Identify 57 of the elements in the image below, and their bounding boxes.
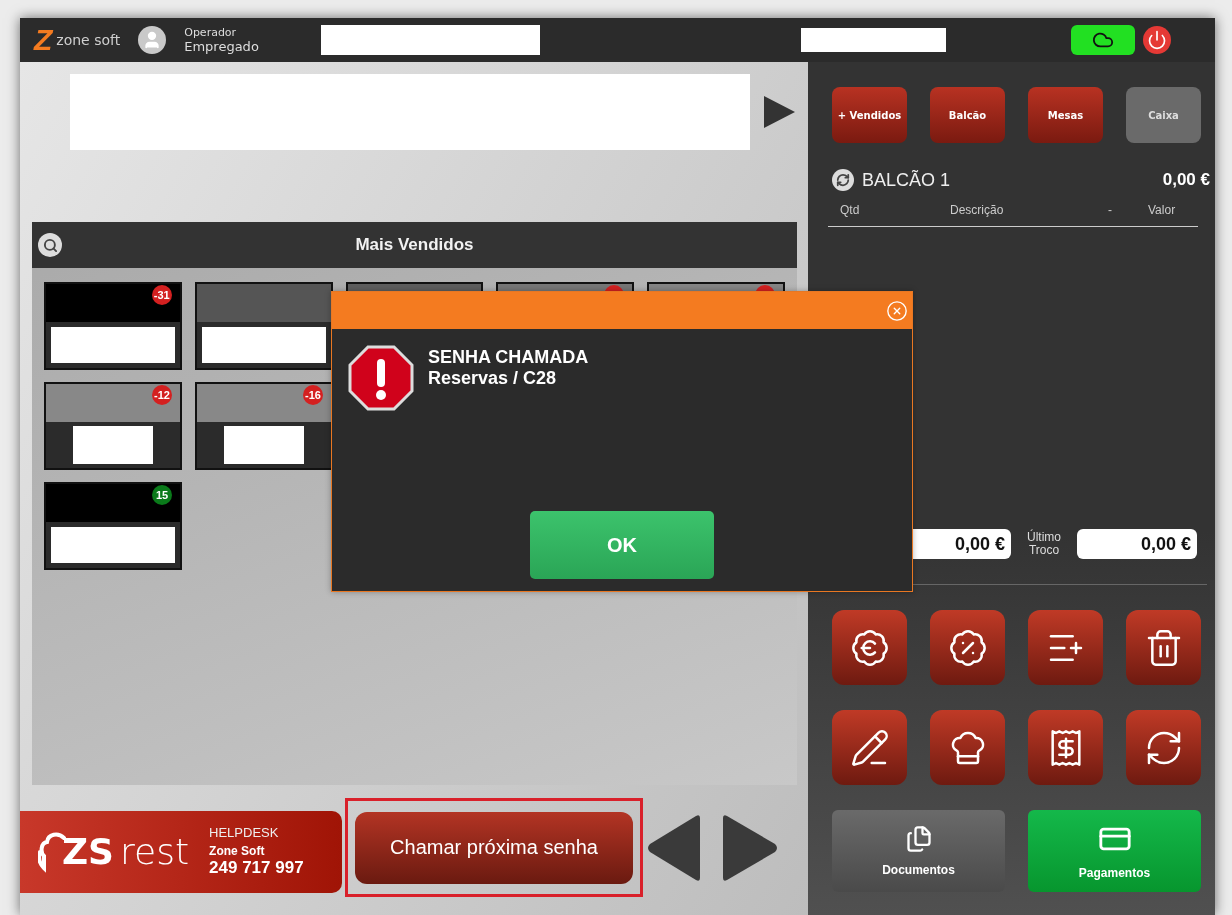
stop-warning-icon bbox=[348, 345, 414, 411]
call-next-button[interactable]: Chamar próxima senha bbox=[355, 811, 633, 884]
order-total: 0,00 € bbox=[1162, 170, 1210, 190]
euro-tag-button[interactable] bbox=[832, 610, 907, 685]
power-button[interactable] bbox=[1142, 26, 1171, 54]
previous-arrow-icon[interactable] bbox=[646, 813, 702, 882]
brand-word: rest bbox=[120, 831, 190, 872]
helpdesk-phone: 249 717 997 bbox=[209, 858, 304, 878]
column-header: Descrição bbox=[950, 203, 1005, 219]
operator-name: Empregado bbox=[184, 39, 259, 54]
euro-tag-icon bbox=[849, 627, 890, 668]
brand-mark: ZS bbox=[62, 831, 115, 872]
column-header: Qtd bbox=[840, 203, 861, 219]
order-title: BALCÃO 1 bbox=[862, 169, 952, 191]
documents-icon bbox=[904, 825, 933, 853]
helpdesk-title: HELPDESK bbox=[209, 825, 280, 840]
chef-hat-button[interactable] bbox=[930, 710, 1005, 785]
nav-button[interactable]: + Vendidos bbox=[832, 87, 907, 143]
cloud-sync-button[interactable] bbox=[1070, 25, 1135, 55]
product-tile[interactable] bbox=[194, 282, 333, 370]
nav-button[interactable]: Balcão bbox=[930, 87, 1005, 143]
amount-field: 0,00 € bbox=[1077, 529, 1197, 559]
product-tile[interactable]: -16 bbox=[195, 382, 333, 470]
change-label: Último Troco bbox=[1026, 530, 1062, 558]
next-arrow-icon[interactable] bbox=[762, 94, 797, 130]
refresh-button[interactable] bbox=[1126, 710, 1201, 785]
pencil-icon bbox=[849, 727, 890, 768]
product-tile[interactable]: -12 bbox=[44, 382, 182, 470]
next-arrow-icon[interactable] bbox=[721, 813, 779, 882]
swap-icon[interactable] bbox=[832, 169, 854, 191]
dialog-message: SENHA CHAMADA bbox=[428, 347, 589, 368]
trash-button[interactable] bbox=[1126, 610, 1201, 685]
search-button[interactable] bbox=[38, 233, 62, 257]
column-header: Valor bbox=[1148, 203, 1177, 219]
user-avatar-icon bbox=[138, 26, 167, 54]
receipt-button[interactable] bbox=[1028, 710, 1103, 785]
close-icon bbox=[886, 299, 908, 322]
logo-name: zone soft bbox=[56, 32, 121, 48]
list-plus-button[interactable] bbox=[1028, 610, 1103, 685]
close-button[interactable] bbox=[886, 299, 908, 322]
panel-title: Mais Vendidos bbox=[355, 235, 474, 255]
power-icon bbox=[1146, 30, 1167, 50]
percent-tag-icon bbox=[947, 627, 988, 668]
pencil-button[interactable] bbox=[832, 710, 907, 785]
search-icon bbox=[42, 237, 58, 253]
documents-button[interactable]: Documentos bbox=[832, 810, 1005, 892]
dialog-message: Reservas / C28 bbox=[428, 368, 558, 389]
product-tile[interactable]: -31 bbox=[44, 282, 182, 370]
logo-mark: Z bbox=[34, 25, 53, 55]
nav-button[interactable]: Mesas bbox=[1028, 87, 1103, 143]
percent-tag-button[interactable] bbox=[930, 610, 1005, 685]
helpdesk-company: Zone Soft bbox=[209, 844, 266, 858]
swap-arrows-icon bbox=[836, 173, 850, 187]
column-header: - bbox=[1108, 203, 1113, 219]
operator-role: Operador bbox=[184, 26, 238, 39]
product-tile[interactable]: 15 bbox=[44, 482, 182, 570]
payments-button[interactable]: Pagamentos bbox=[1028, 810, 1201, 892]
